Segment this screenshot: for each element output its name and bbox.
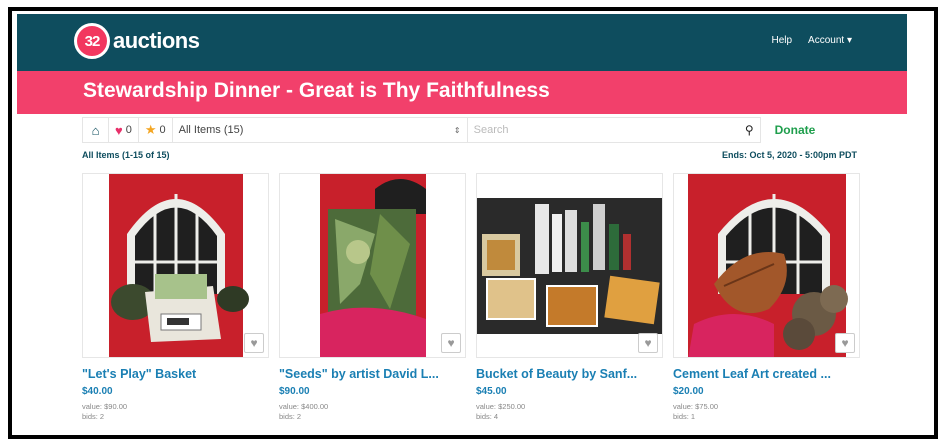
caret-down-icon: ▾	[846, 35, 852, 46]
auction-title: Stewardship Dinner - Great is Thy Faithf…	[83, 79, 550, 102]
heart-icon: ♥	[447, 336, 455, 350]
favorites-button[interactable]: ♥ 0	[108, 117, 138, 143]
starred-count: 0	[159, 124, 166, 136]
site-logo[interactable]: 32 auctions	[74, 23, 200, 59]
item-card[interactable]: ♥ Cement Leaf Art created ... $20.00 val…	[673, 173, 860, 438]
favorite-heart-button[interactable]: ♥	[835, 333, 855, 353]
logo-text: auctions	[113, 28, 200, 53]
item-card[interactable]: ♥ "Let's Play" Basket $40.00 value: $90.…	[82, 173, 269, 438]
basket-photo	[83, 174, 268, 357]
search-icon[interactable]: ⚲	[745, 123, 754, 137]
help-link[interactable]: Help	[771, 35, 792, 46]
donate-button[interactable]: Donate	[775, 123, 816, 137]
heart-icon: ♥	[250, 336, 258, 350]
favorite-heart-button[interactable]: ♥	[441, 333, 461, 353]
favorite-heart-button[interactable]: ♥	[638, 333, 658, 353]
top-navbar: 32 auctions Help Account ▾	[17, 14, 907, 71]
category-select-value: All Items (15)	[178, 124, 244, 136]
logo-mark: 32	[74, 23, 110, 59]
favorites-count: 0	[125, 124, 132, 136]
item-photo[interactable]: ♥	[279, 173, 466, 358]
item-bids: bids: 4	[476, 412, 499, 421]
search-input[interactable]: Search ⚲	[466, 117, 761, 143]
star-icon: ★	[144, 122, 157, 137]
auction-banner: Stewardship Dinner - Great is Thy Faithf…	[17, 71, 907, 114]
category-select[interactable]: All Items (15) ⇕	[171, 117, 467, 143]
item-title[interactable]: Cement Leaf Art created ...	[673, 367, 860, 381]
item-photo[interactable]: ♥	[673, 173, 860, 358]
item-card[interactable]: ♥ "Seeds" by artist David L... $90.00 va…	[279, 173, 466, 438]
item-value: value: $250.00	[476, 402, 526, 411]
item-card[interactable]: ♥ Bucket of Beauty by Sanf... $45.00 val…	[476, 173, 663, 438]
starred-button[interactable]: ★ 0	[137, 117, 172, 143]
item-value: value: $75.00	[673, 402, 719, 411]
top-nav: Help Account ▾	[771, 35, 852, 46]
item-meta: value: $90.00 bids: 2	[82, 402, 269, 422]
account-menu[interactable]: Account ▾	[808, 35, 852, 46]
item-bids: bids: 2	[82, 412, 105, 421]
heart-icon: ♥	[644, 336, 652, 350]
item-photo[interactable]: ♥	[82, 173, 269, 358]
item-bids: bids: 2	[279, 412, 302, 421]
beauty-products-photo	[477, 174, 662, 357]
item-range-label: All Items (1-15 of 15)	[82, 150, 170, 160]
search-placeholder: Search	[473, 124, 509, 136]
home-icon: ⌂	[91, 122, 100, 138]
item-meta: value: $250.00 bids: 4	[476, 402, 663, 422]
account-label: Account	[808, 35, 845, 46]
item-meta: value: $75.00 bids: 1	[673, 402, 860, 422]
item-grid: ♥ "Let's Play" Basket $40.00 value: $90.…	[82, 173, 860, 438]
item-photo[interactable]: ♥	[476, 173, 663, 358]
home-button[interactable]: ⌂	[82, 117, 108, 143]
item-meta: value: $400.00 bids: 2	[279, 402, 466, 422]
item-current-bid: $40.00	[82, 386, 113, 397]
painting-photo	[280, 174, 465, 357]
cement-leaf-photo	[674, 174, 859, 357]
item-value: value: $400.00	[279, 402, 329, 411]
item-value: value: $90.00	[82, 402, 128, 411]
heart-icon: ♥	[115, 122, 123, 138]
item-current-bid: $90.00	[279, 386, 310, 397]
item-bids: bids: 1	[673, 412, 696, 421]
list-summary: All Items (1-15 of 15) Ends: Oct 5, 2020…	[82, 150, 857, 160]
heart-icon: ♥	[841, 336, 849, 350]
item-title[interactable]: "Let's Play" Basket	[82, 367, 269, 381]
item-current-bid: $20.00	[673, 386, 704, 397]
item-current-bid: $45.00	[476, 386, 507, 397]
item-title[interactable]: "Seeds" by artist David L...	[279, 367, 466, 381]
favorite-heart-button[interactable]: ♥	[244, 333, 264, 353]
filter-toolbar: ⌂ ♥ 0 ★ 0 All Items (15) ⇕ Search ⚲ Dona…	[82, 117, 857, 143]
item-title[interactable]: Bucket of Beauty by Sanf...	[476, 367, 663, 381]
select-caret-icon: ⇕	[453, 125, 461, 135]
auction-end-label: Ends: Oct 5, 2020 - 5:00pm PDT	[721, 150, 857, 160]
